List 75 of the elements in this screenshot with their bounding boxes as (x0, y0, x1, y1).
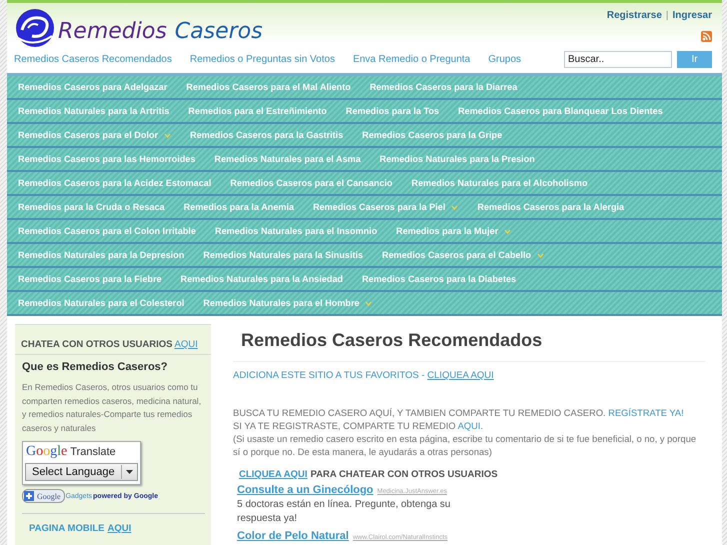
menu-item[interactable]: Remedios Caseros para la Alergia (467, 202, 634, 212)
chevron-icon (365, 300, 372, 306)
account-link[interactable]: Registrarse (606, 10, 662, 21)
nav-link[interactable]: Grupos (488, 54, 522, 65)
logo-text: Caseros (174, 19, 263, 44)
gadgets-badge[interactable]: Google (22, 489, 65, 503)
nav-link[interactable]: Remedios Caseros Recomendados (14, 54, 172, 65)
menu-item[interactable]: Remedios Naturales para el Colesterol (8, 298, 194, 308)
menu-item[interactable]: Remedios para el Estreñimiento (178, 106, 336, 116)
widget-title: Que es Remedios Caseros? (22, 360, 169, 375)
chevron-icon (537, 252, 544, 258)
menu-item[interactable]: Remedios Caseros para el Cabello (372, 250, 554, 260)
ad-title-link[interactable]: Consulte a un Ginecólogo (237, 484, 374, 496)
page-title: Remedios Caseros Recomendados (233, 324, 705, 362)
description-text: En Remedios Caseros, otros usuarios como tu comparten remedios caseros, medicina natural, y remedios naturales-Comparte tus remedios caseros y naturales (22, 381, 202, 435)
chat-link[interactable]: CLIQUEA AQUI (239, 469, 308, 480)
intro-text: (Si usaste un remedio casero escrito en esta página, escribe tu comentario de si te fue beneficial, o no, y porque sí o porque no. De esta manera, le ayudarás a otras personas) (233, 434, 696, 457)
chevron-icon (451, 204, 458, 210)
menu-item[interactable]: Remedios Caseros para la Gripe (352, 130, 512, 140)
plus-icon (24, 491, 34, 501)
menu-item[interactable]: Remedios Naturales para la Depresion (8, 250, 194, 260)
favorites-text: ADICIONA ESTE SITIO A TUS FAVORITOS - (233, 370, 426, 381)
intro-text: BUSCA TU REMEDIO CASERO AQUÍ, Y TAMBIEN COMPARTE TU REMEDIO CASERO. (233, 408, 607, 418)
menu-item[interactable]: Remedios para la Mujer (386, 226, 520, 236)
account-link[interactable]: Ingresar (672, 10, 712, 21)
intro-text: SI YA TE REGISTRASTE, COMPARTE TU REMEDIO (233, 421, 457, 431)
ad-description: 5 doctoras están en línea. Pregunte, obtenga su respuesta ya! (237, 498, 452, 526)
google-logo-text: Google (26, 444, 68, 460)
search-field[interactable]: Buscar.. (564, 51, 672, 68)
sidebar-heading: CHATEA CON OTROS USUARIOS (21, 339, 172, 350)
menu-item[interactable]: Remedios Caseros para el Mal Aliento (176, 82, 360, 92)
chat-label: PARA CHATEAR CON OTROS USUARIOS (310, 469, 498, 480)
menu-item[interactable]: Remedios Caseros para Blanquear Los Dientes (448, 106, 672, 116)
chevron-icon (504, 228, 512, 234)
translate-label: Translate (70, 446, 116, 458)
menu-item[interactable]: Remedios Naturales para el Insomnio (204, 226, 386, 236)
menu-item[interactable]: Remedios Caseros para la Acidez Estomacal (8, 178, 220, 188)
menu-item[interactable]: Remedios Caseros para las Hemorroides (8, 154, 204, 164)
menu-item[interactable]: Remedios Naturales para el Hombre (193, 298, 382, 308)
menu-item[interactable]: Remedios Caseros para la Diarrea (360, 82, 526, 92)
menu-item[interactable]: Remedios para la Tos (336, 106, 448, 116)
chevron-icon (164, 132, 171, 138)
menu-item[interactable]: Remedios Naturales para la Artritis (8, 106, 178, 116)
text-link[interactable]: AQUI (458, 421, 480, 431)
menu-item[interactable]: Remedios Caseros para la Diabetes (352, 274, 526, 284)
mobile-label: PAGINA MOBILE (29, 523, 104, 534)
language-select[interactable]: Select Language (25, 463, 138, 481)
rss-icon (701, 31, 712, 42)
mobile-link[interactable]: AQUI (107, 523, 132, 534)
menu-item[interactable]: Remedios Naturales para el Asma (204, 154, 370, 164)
menu-item[interactable]: Remedios Caseros para el Colon Irritable (8, 226, 205, 236)
logo-text: Remedios (58, 19, 167, 44)
chat-link[interactable]: AQUI (174, 339, 198, 350)
nav-link[interactable]: Remedios o Preguntas sin Votos (190, 54, 335, 65)
menu-item[interactable]: Remedios para la Anemia (174, 202, 303, 212)
menu-item[interactable]: Remedios Naturales para la Presion (370, 154, 544, 164)
menu-item[interactable]: Remedios para la Cruda o Resaca (8, 202, 174, 212)
dropdown-arrow-icon (126, 470, 133, 474)
menu-item[interactable]: Remedios Naturales para la Ansiedad (170, 274, 352, 284)
separator: | (666, 10, 669, 21)
logo-icon (14, 8, 56, 48)
menu-item[interactable]: Remedios Caseros para la Piel (302, 202, 468, 212)
menu-item[interactable]: Remedios Caseros para la Fiebre (8, 274, 171, 284)
menu-item[interactable]: Remedios Caseros para Adelgazar (8, 82, 176, 92)
favorites-link[interactable]: CLIQUEA AQUI (427, 370, 494, 381)
menu-item[interactable]: Remedios Naturales para la Sinusitis (193, 250, 372, 260)
menu-item[interactable]: Remedios Naturales para el Alcoholismo (402, 178, 597, 188)
menu-item[interactable]: Remedios Caseros para la Gastritis (180, 130, 352, 140)
ad-title-link[interactable]: Color de Pelo Natural (237, 530, 349, 542)
search-button[interactable]: Ir (677, 51, 712, 68)
text-link[interactable]: REGÍSTRATE YA! (608, 408, 684, 418)
intro-text: . (480, 421, 484, 431)
menu-item[interactable]: Remedios Caseros para el Cansancio (220, 178, 402, 188)
nav-link[interactable]: Enva Remedio o Pregunta (352, 54, 470, 65)
menu-item[interactable]: Remedios Caseros para el Dolor (8, 130, 180, 140)
